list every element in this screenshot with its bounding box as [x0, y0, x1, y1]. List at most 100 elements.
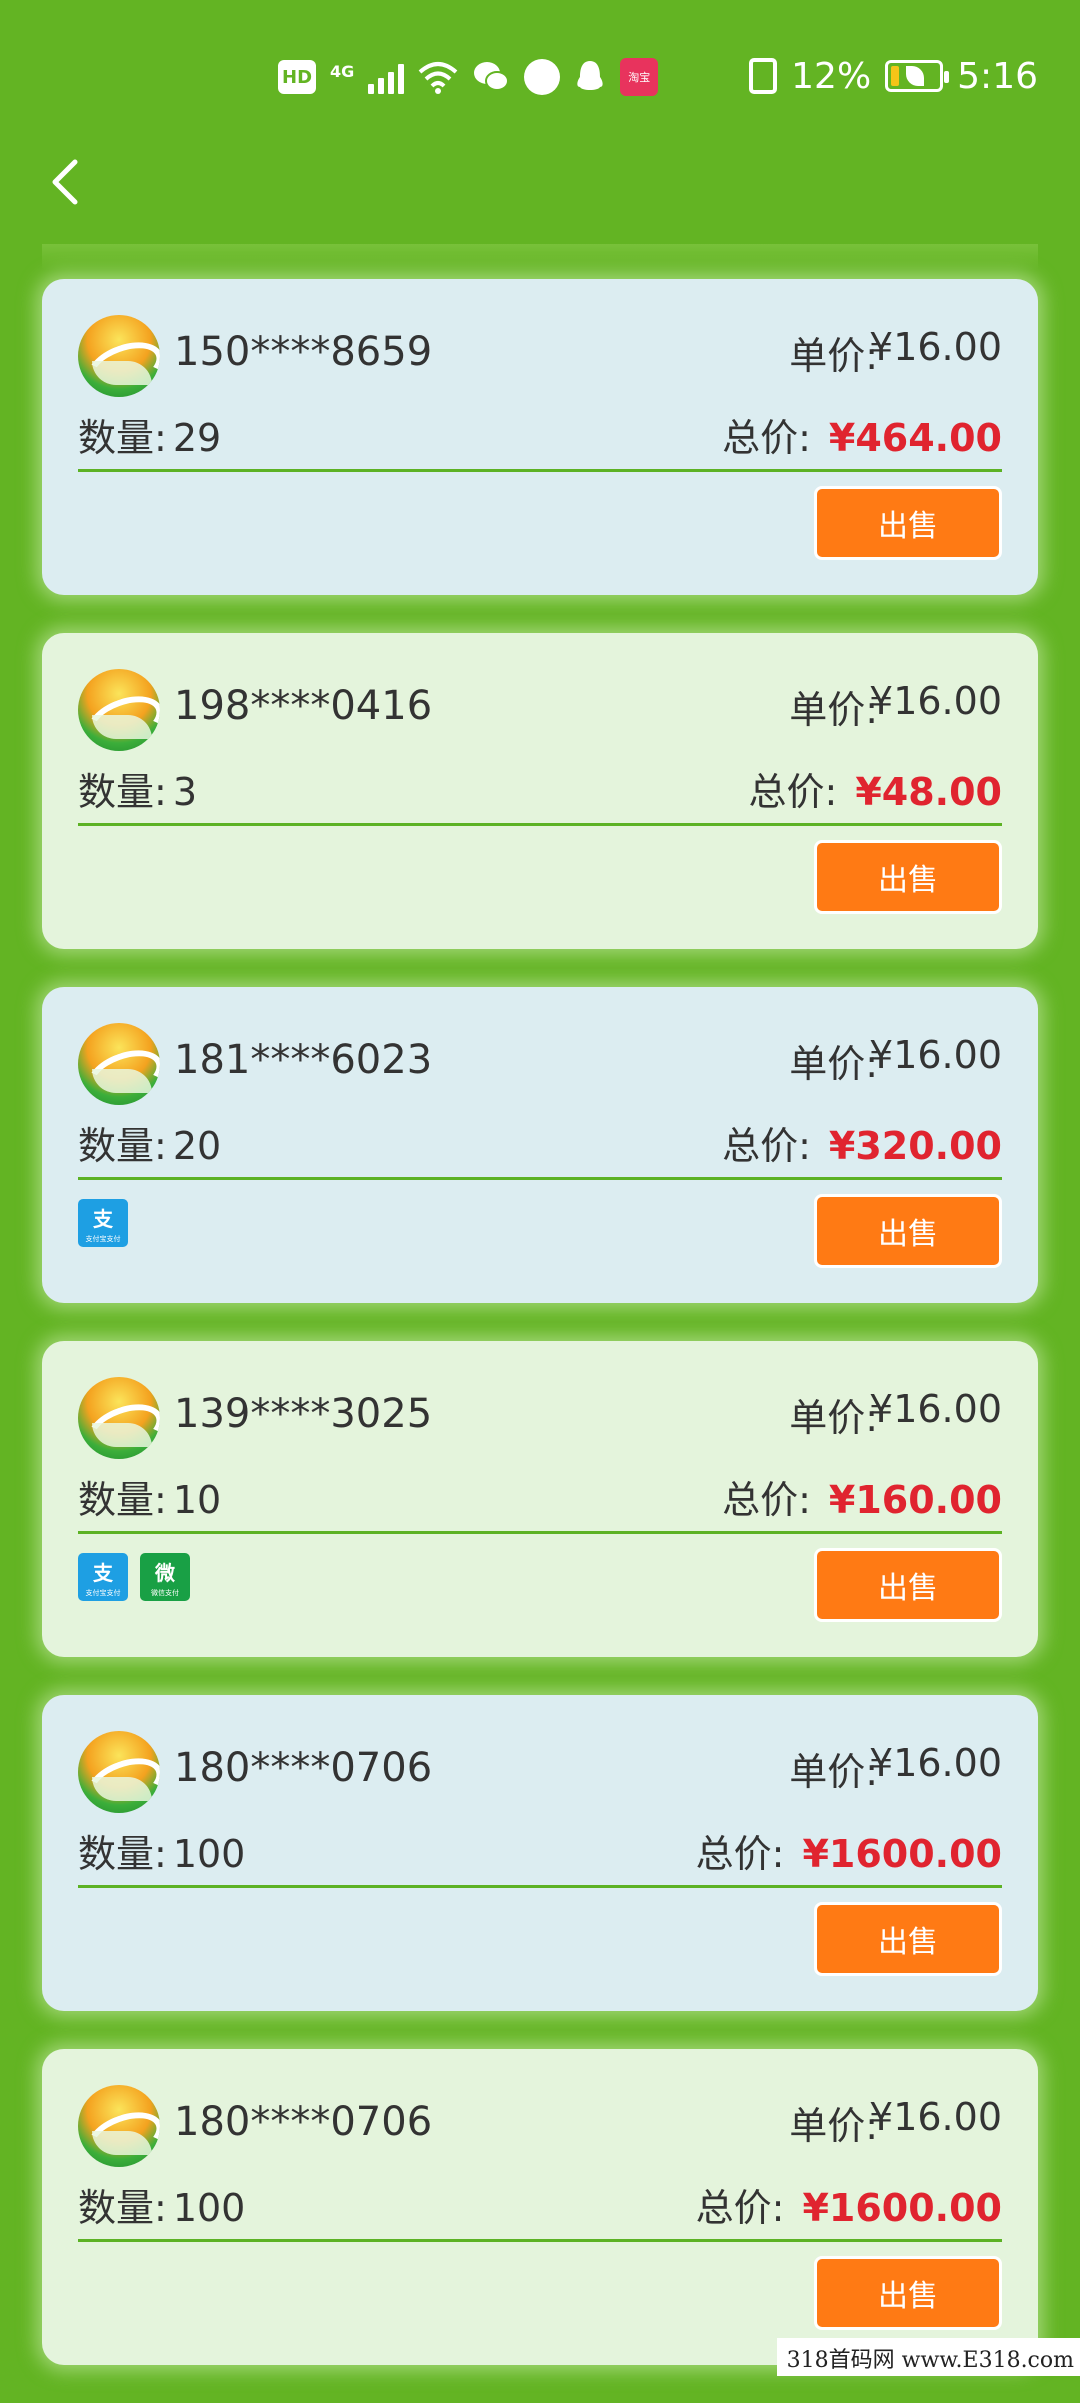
signal-icon	[368, 60, 404, 94]
total-price: ¥1600.00	[802, 2186, 1002, 2230]
wifi-icon	[418, 60, 458, 94]
card-divider	[78, 1885, 1002, 1888]
watermark: 318首码网 www.E318.com	[777, 2338, 1080, 2376]
seller-logo-icon	[78, 2085, 160, 2167]
quantity-value: 100	[173, 2186, 246, 2230]
network-type-label: 4G	[330, 62, 354, 81]
total-price: ¥1600.00	[802, 1832, 1002, 1876]
seller-logo-icon	[78, 315, 160, 397]
quantity: 数量:100	[78, 2177, 245, 2232]
vibrate-icon	[749, 58, 777, 94]
total: 总价: ¥320.00	[722, 1115, 1002, 1170]
sell-button[interactable]: 出售	[814, 486, 1002, 560]
seller-phone: 198****0416	[174, 683, 432, 729]
browser-notification-icon	[524, 59, 560, 95]
unit-price-label: 单价:	[789, 1741, 878, 1796]
clock: 5:16	[957, 56, 1038, 97]
quantity: 数量:20	[78, 1115, 221, 1170]
seller-phone: 180****0706	[174, 2099, 432, 2145]
total-price: ¥320.00	[829, 1124, 1002, 1168]
card-divider	[78, 469, 1002, 472]
unit-price: ¥16.00	[869, 325, 1002, 369]
total-label: 总价:	[722, 1469, 811, 1524]
quantity-label: 数量:	[78, 1478, 167, 1522]
unit-price: ¥16.00	[869, 679, 1002, 723]
unit-price: ¥16.00	[869, 1033, 1002, 1077]
order-card: 198****0416 单价: ¥16.00 数量:3 总价: ¥48.00 出售	[42, 633, 1038, 949]
sell-button[interactable]: 出售	[814, 2256, 1002, 2330]
seller-logo-icon	[78, 669, 160, 751]
order-card: 181****6023 单价: ¥16.00 数量:20 总价:¥320.00 …	[42, 987, 1038, 1303]
wechat-icon: 微微信支付	[140, 1553, 190, 1601]
order-card: 180****0706 单价: ¥16.00 数量:100 总价: ¥1600.0…	[42, 2049, 1038, 2365]
hd-icon: HD	[278, 60, 316, 94]
quantity: 数量:3	[78, 761, 197, 816]
total: 总价: ¥48.00	[749, 761, 1002, 816]
quantity-label: 数量:	[78, 416, 167, 460]
quantity: 数量:100	[78, 1823, 245, 1878]
wechat-notification-icon	[472, 60, 510, 94]
total-price: ¥160.00	[829, 1478, 1002, 1522]
total-price: ¥464.00	[829, 416, 1002, 460]
unit-price-label: 单价:	[789, 679, 878, 734]
header-divider	[42, 244, 1038, 270]
unit-price-label: 单价:	[789, 325, 878, 380]
total-price: ¥48.00	[855, 770, 1002, 814]
quantity-value: 100	[173, 1832, 246, 1876]
total: 总价: ¥1600.00	[696, 1823, 1002, 1878]
unit-price: ¥16.00	[869, 1741, 1002, 1785]
unit-price-label: 单价:	[789, 1387, 878, 1442]
total-label: 总价:	[696, 2177, 785, 2232]
unit-price: ¥16.00	[869, 2095, 1002, 2139]
sell-button[interactable]: 出售	[814, 1194, 1002, 1268]
quantity-value: 20	[173, 1124, 221, 1168]
seller-logo-icon	[78, 1731, 160, 1813]
back-button[interactable]	[40, 150, 90, 214]
order-card: 180****0706 单价: ¥16.00 数量:100 总价: ¥1600.0…	[42, 1695, 1038, 2011]
unit-price-label: 单价:	[789, 1033, 878, 1088]
status-icons-left: HD 4G 淘宝	[278, 55, 658, 99]
card-divider	[78, 2239, 1002, 2242]
total: 总价: ¥1600.00	[696, 2177, 1002, 2232]
order-card: 150****8659 单价: ¥16.00 数量:29 总价:¥464.00 …	[42, 279, 1038, 595]
seller-logo-icon	[78, 1377, 160, 1459]
sell-button[interactable]: 出售	[814, 1902, 1002, 1976]
quantity-value: 10	[173, 1478, 221, 1522]
app-notification-icon: 淘宝	[620, 58, 658, 96]
seller-logo-icon	[78, 1023, 160, 1105]
order-card: 139****3025 单价: ¥16.00 数量:10 总价:¥160.00 …	[42, 1341, 1038, 1657]
quantity-value: 3	[173, 770, 197, 814]
card-divider	[78, 823, 1002, 826]
battery-percent: 12%	[791, 56, 871, 97]
total-label: 总价:	[722, 1115, 811, 1170]
total: 总价: ¥464.00	[722, 407, 1002, 462]
qq-notification-icon	[574, 59, 606, 95]
quantity: 数量:29	[78, 407, 221, 462]
sell-button[interactable]: 出售	[814, 840, 1002, 914]
total: 总价: ¥160.00	[722, 1469, 1002, 1524]
status-icons-right: 12% 5:16	[749, 50, 1038, 102]
card-divider	[78, 1531, 1002, 1534]
seller-phone: 180****0706	[174, 1745, 432, 1791]
total-label: 总价:	[696, 1823, 785, 1878]
order-list: 150****8659 单价: ¥16.00 数量:29 总价:¥464.00 …	[42, 279, 1038, 2403]
payment-methods: 支支付宝支付	[78, 1199, 128, 1247]
quantity-label: 数量:	[78, 1124, 167, 1168]
unit-price: ¥16.00	[869, 1387, 1002, 1431]
unit-price-label: 单价:	[789, 2095, 878, 2150]
seller-phone: 139****3025	[174, 1391, 432, 1437]
seller-phone: 181****6023	[174, 1037, 432, 1083]
quantity-label: 数量:	[78, 1832, 167, 1876]
total-label: 总价:	[722, 407, 811, 462]
battery-icon	[885, 60, 943, 92]
chevron-left-icon	[49, 158, 81, 206]
total-label: 总价:	[749, 761, 838, 816]
quantity-value: 29	[173, 416, 221, 460]
sell-button[interactable]: 出售	[814, 1548, 1002, 1622]
payment-methods: 支支付宝支付微微信支付	[78, 1553, 190, 1601]
alipay-icon: 支支付宝支付	[78, 1553, 128, 1601]
alipay-icon: 支支付宝支付	[78, 1199, 128, 1247]
quantity-label: 数量:	[78, 770, 167, 814]
seller-phone: 150****8659	[174, 329, 432, 375]
quantity: 数量:10	[78, 1469, 221, 1524]
